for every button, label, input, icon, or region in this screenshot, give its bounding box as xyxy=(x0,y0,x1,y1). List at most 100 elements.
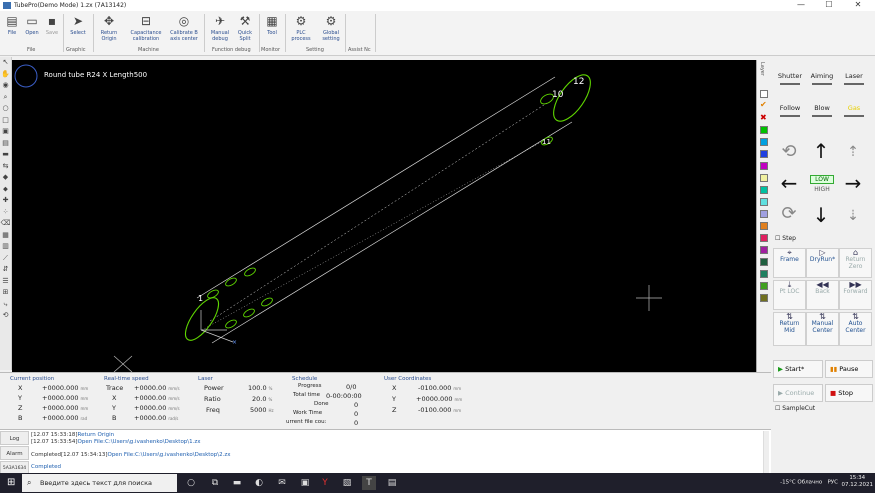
layer-tool-icon[interactable]: ▬ xyxy=(0,149,11,161)
layer-swatch[interactable] xyxy=(760,90,768,98)
forward-button[interactable]: ▶▶ Forward xyxy=(839,280,872,310)
tab-log[interactable]: Log xyxy=(0,431,29,445)
layer-swatch[interactable] xyxy=(760,270,768,278)
save-button[interactable]: ▪ Save xyxy=(42,14,62,36)
left-arrow-button[interactable]: ← xyxy=(777,172,801,194)
yandex-icon[interactable]: Y xyxy=(318,476,332,490)
follow-button[interactable]: Follow xyxy=(775,104,805,117)
cool-tool-icon[interactable]: ⟲ xyxy=(0,310,11,322)
minimize-button[interactable]: — xyxy=(790,0,812,9)
clock[interactable]: 15:34 07.12.2021 xyxy=(842,475,874,489)
sequence-tool-icon[interactable]: ☰ xyxy=(0,276,11,288)
right-arrow-button[interactable]: → xyxy=(841,172,865,194)
continue-button[interactable]: ▶ Continue xyxy=(773,384,823,402)
edit-tool-icon[interactable]: ▤ xyxy=(0,138,11,150)
layer-swatch[interactable] xyxy=(760,222,768,230)
auto-center-button[interactable]: ⇅ Auto Center xyxy=(839,312,872,346)
tool-button[interactable]: ▦ Tool xyxy=(262,14,282,36)
hand-tool-icon[interactable]: ✋ xyxy=(0,69,11,81)
path-tool-icon[interactable]: ⤷ xyxy=(0,299,11,311)
drawing-canvas[interactable]: Round tube R24 X Length500 12 10 11 1 × xyxy=(12,60,756,372)
app-icon[interactable]: ▧ xyxy=(340,476,354,490)
speed-high-label[interactable]: HIGH xyxy=(810,186,834,193)
shutter-button[interactable]: Shutter xyxy=(775,72,805,85)
square-tool-icon[interactable]: ▣ xyxy=(0,126,11,138)
return-mid-button[interactable]: ⇅ Return Mid xyxy=(773,312,806,346)
layer-swatch[interactable] xyxy=(760,234,768,242)
eraser-tool-icon[interactable]: ⌫ xyxy=(0,218,11,230)
open-button[interactable]: ▭ Open xyxy=(22,14,42,36)
samplecut-checkbox[interactable]: ☐ SampleCut xyxy=(775,405,815,412)
plc-process-button[interactable]: ⚙ PLC process xyxy=(289,14,313,42)
language-indicator[interactable]: РУС xyxy=(827,480,838,486)
rotate-cw-icon[interactable]: ⟳ xyxy=(777,204,801,224)
app-icon[interactable]: ▣ xyxy=(298,476,312,490)
rect-tool-icon[interactable]: □ xyxy=(0,115,11,127)
back-button[interactable]: ◀◀ Back xyxy=(806,280,839,310)
layer-swatch[interactable] xyxy=(760,282,768,290)
layer-tab[interactable]: Layer xyxy=(759,62,765,76)
up-arrow-button[interactable]: ↑ xyxy=(809,140,833,162)
view-tool-icon[interactable]: ◉ xyxy=(0,80,11,92)
close-button[interactable]: ✕ xyxy=(847,0,869,9)
taskbar-search-input[interactable]: ⌕ Введите здесь текст для поиска xyxy=(22,474,177,492)
compensation-tool-icon[interactable]: ✚ xyxy=(0,195,11,207)
select-button[interactable]: ➤ Select xyxy=(66,14,90,36)
micro-joint-tool-icon[interactable]: ⁘ xyxy=(0,207,11,219)
frame-button[interactable]: ⌖ Frame xyxy=(773,248,806,278)
nest-tool-icon[interactable]: ⊞ xyxy=(0,287,11,299)
explorer-icon[interactable]: ▬ xyxy=(230,476,244,490)
mail-icon[interactable]: ✉ xyxy=(275,476,289,490)
z-down-button[interactable]: ⇣ xyxy=(841,206,865,226)
arrange-tool-icon[interactable]: ⇆ xyxy=(0,161,11,173)
aiming-button[interactable]: Aiming xyxy=(807,72,837,85)
speed-low-indicator[interactable]: LOW xyxy=(810,175,834,184)
layer-swatch[interactable] xyxy=(760,258,768,266)
pt-loc-button[interactable]: ⤓ Pt LOC xyxy=(773,280,806,310)
measure-tool-icon[interactable]: ⟋ xyxy=(0,253,11,265)
capacitance-calibration-button[interactable]: ⊟ Capacitance calibration xyxy=(126,14,166,42)
select-tool-icon[interactable]: ↖ xyxy=(0,57,11,69)
stop-button[interactable]: ■ Stop xyxy=(825,384,873,402)
step-checkbox[interactable]: ☐ Step xyxy=(775,235,796,242)
windows-start-icon[interactable]: ⊞ xyxy=(7,477,18,488)
zoom-tool-icon[interactable]: ⌕ xyxy=(0,92,11,104)
return-zero-button[interactable]: ⌂ Return Zero xyxy=(839,248,872,278)
layer-swatch[interactable] xyxy=(760,210,768,218)
manual-center-button[interactable]: ⇅ Manual Center xyxy=(806,312,839,346)
laser-button[interactable]: Laser xyxy=(839,72,869,85)
log-scrollbar[interactable] xyxy=(763,431,769,473)
sort-tool-icon[interactable]: ⇵ xyxy=(0,264,11,276)
layer-swatch[interactable] xyxy=(760,294,768,302)
manual-debug-button[interactable]: ✈ Manual debug xyxy=(207,14,233,42)
fill-tool-icon[interactable]: ◆ xyxy=(0,172,11,184)
pause-button[interactable]: ▮▮ Pause xyxy=(825,360,873,378)
layer-swatch[interactable] xyxy=(760,174,768,182)
tubepro-taskbar-icon[interactable]: T xyxy=(362,476,376,490)
global-setting-button[interactable]: ⚙ Global setting xyxy=(318,14,344,42)
down-arrow-button[interactable]: ↓ xyxy=(809,204,833,226)
app-icon[interactable]: ▤ xyxy=(385,476,399,490)
task-view-icon[interactable]: ○ xyxy=(184,476,198,490)
rotate-ccw-icon[interactable]: ⟲ xyxy=(777,142,801,162)
start-button[interactable]: ▶ Start* xyxy=(773,360,823,378)
file-button[interactable]: ▤ File xyxy=(2,14,22,36)
layer-swatch[interactable] xyxy=(760,150,768,158)
layer-swatch[interactable] xyxy=(760,246,768,254)
layer-swatch[interactable] xyxy=(760,198,768,206)
calibrate-b-axis-button[interactable]: ◎ Calibrate B axis center xyxy=(166,14,202,42)
blow-button[interactable]: Blow xyxy=(807,104,837,117)
edge-icon[interactable]: ◐ xyxy=(252,476,266,490)
layer-swatch[interactable] xyxy=(760,186,768,194)
z-up-button[interactable]: ⇡ xyxy=(841,142,865,162)
dryrun-button[interactable]: ▷ DryRun* xyxy=(806,248,839,278)
tab-alarm[interactable]: Alarm xyxy=(0,446,29,460)
gas-button[interactable]: Gas xyxy=(839,104,869,117)
layer-swatch[interactable] xyxy=(760,138,768,146)
lead-tool-icon[interactable]: ⬥ xyxy=(0,184,11,196)
layer-swatch[interactable] xyxy=(760,162,768,170)
circle-tool-icon[interactable]: ○ xyxy=(0,103,11,115)
return-origin-button[interactable]: ✥ Return Origin xyxy=(96,14,122,42)
quick-split-button[interactable]: ⚒ Quick Split xyxy=(234,14,256,42)
layer-swatch[interactable] xyxy=(760,126,768,134)
